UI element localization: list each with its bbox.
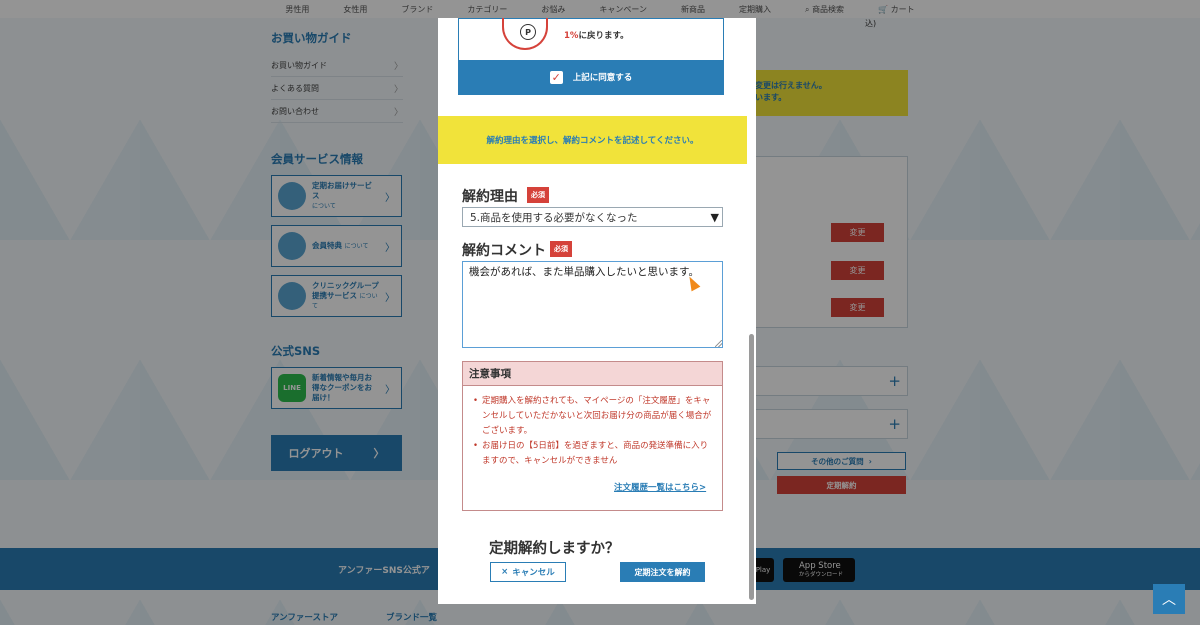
- points-icon: P: [520, 24, 536, 40]
- required-badge: 必須: [527, 187, 549, 203]
- confirm-question: 定期解約しますか？: [489, 541, 620, 557]
- resize-grip-icon[interactable]: [715, 340, 722, 347]
- comment-label: 解約コメント: [462, 243, 546, 259]
- chevron-up-icon[interactable]: ︿: [1153, 584, 1185, 614]
- notes-title: 注意事項: [463, 362, 722, 386]
- agree-checkbox-bar[interactable]: ✓ 上記に同意する: [459, 60, 723, 94]
- refund-text: 1%に戻ります。: [564, 31, 629, 41]
- required-badge: 必須: [550, 241, 572, 257]
- confirm-cancel-button[interactable]: 定期注文を解約: [620, 562, 705, 582]
- note-item: 定期購入を解約されても、マイページの「注文履歴」をキャンセルしていただかないと次…: [473, 394, 714, 439]
- dropdown-arrow-icon: ▼: [710, 210, 719, 224]
- notes-list: 定期購入を解約されても、マイページの「注文履歴」をキャンセルしていただかないと次…: [463, 386, 722, 468]
- instruction-banner: 解約理由を選択し、解約コメントを記述してください。: [438, 116, 747, 164]
- reason-label: 解約理由: [462, 189, 518, 205]
- comment-textarea[interactable]: 機会があれば、また単品購入したいと思います。: [462, 261, 723, 348]
- check-icon[interactable]: ✓: [549, 70, 563, 84]
- modal-scrollbar-thumb[interactable]: [749, 334, 754, 600]
- order-history-link[interactable]: 注文履歴一覧はこちら>: [614, 481, 706, 493]
- cancel-button[interactable]: × キャンセル: [490, 562, 566, 582]
- reason-select[interactable]: 5.商品を使用する必要がなくなった ▼: [462, 207, 723, 227]
- close-icon: ×: [501, 567, 509, 577]
- note-item: お届け日の【5日前】を過ぎますと、商品の発送準備に入りますので、キャンセルができ…: [473, 439, 714, 469]
